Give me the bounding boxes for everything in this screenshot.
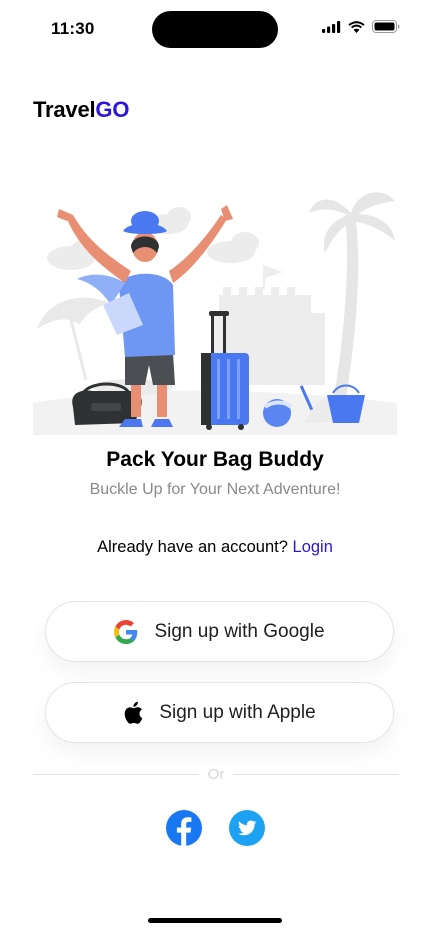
sign-up-apple-label: Sign up with Apple (159, 701, 316, 723)
login-link[interactable]: Login (293, 538, 333, 556)
cellular-signal-icon (322, 20, 341, 33)
twitter-icon (228, 810, 265, 846)
sign-up-google-button[interactable]: Sign up with Google (45, 601, 394, 662)
facebook-button[interactable] (165, 810, 202, 846)
status-icons (322, 20, 400, 33)
beach-umbrella (37, 297, 109, 381)
apple-icon (125, 701, 143, 724)
brand-name-prefix: Travel (33, 97, 96, 122)
login-prompt-text: Already have an account? (97, 538, 288, 556)
divider-line-right (233, 773, 400, 775)
twitter-button[interactable] (228, 810, 265, 846)
traveler-illustration (33, 192, 397, 435)
sign-up-google-label: Sign up with Google (154, 620, 325, 642)
or-divider: Or (33, 765, 400, 783)
facebook-icon (165, 810, 202, 846)
google-icon (114, 619, 138, 644)
home-indicator (148, 918, 282, 923)
page-title: Pack Your Bag Buddy (106, 448, 324, 471)
sign-up-apple-button[interactable]: Sign up with Apple (45, 682, 394, 743)
wifi-icon (348, 20, 365, 33)
dynamic-island (152, 11, 278, 48)
divider-line-left (33, 773, 199, 775)
page-subtitle: Buckle Up for Your Next Adventure! (89, 481, 341, 498)
divider-label: Or (207, 765, 225, 783)
brand-logo: TravelGO (33, 97, 129, 123)
login-prompt: Already have an account? Login (0, 538, 430, 557)
status-bar: 11:30 (0, 0, 430, 56)
social-links (0, 810, 430, 846)
brand-name-accent: GO (95, 97, 130, 122)
status-time: 11:30 (51, 19, 95, 38)
battery-icon (372, 20, 400, 33)
